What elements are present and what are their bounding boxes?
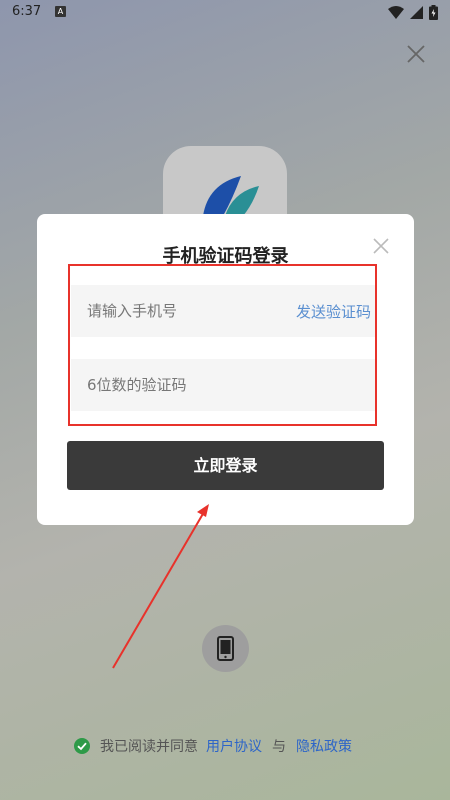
check-circle-icon[interactable]: [74, 738, 90, 754]
phone-icon: [217, 636, 234, 661]
highlight-annotation: [68, 264, 377, 426]
battery-icon: [429, 5, 438, 20]
agreement-row: 我已阅读并同意 用户协议 与 隐私政策: [74, 736, 352, 756]
phone-login-button[interactable]: [202, 625, 249, 672]
user-agreement-link[interactable]: 用户协议: [206, 736, 262, 756]
status-bar: 6:37 A: [0, 0, 450, 24]
agreement-prefix: 我已阅读并同意: [100, 739, 198, 755]
login-button[interactable]: 立即登录: [67, 441, 384, 490]
close-icon[interactable]: [403, 41, 429, 67]
agreement-and: 与: [272, 739, 286, 755]
status-icons: [388, 5, 438, 20]
privacy-policy-link[interactable]: 隐私政策: [296, 736, 352, 756]
notification-icon: A: [55, 6, 66, 17]
dialog-close-icon[interactable]: [371, 236, 391, 256]
status-time: 6:37: [12, 4, 42, 19]
signal-icon: [410, 6, 423, 19]
wifi-icon: [388, 6, 404, 19]
